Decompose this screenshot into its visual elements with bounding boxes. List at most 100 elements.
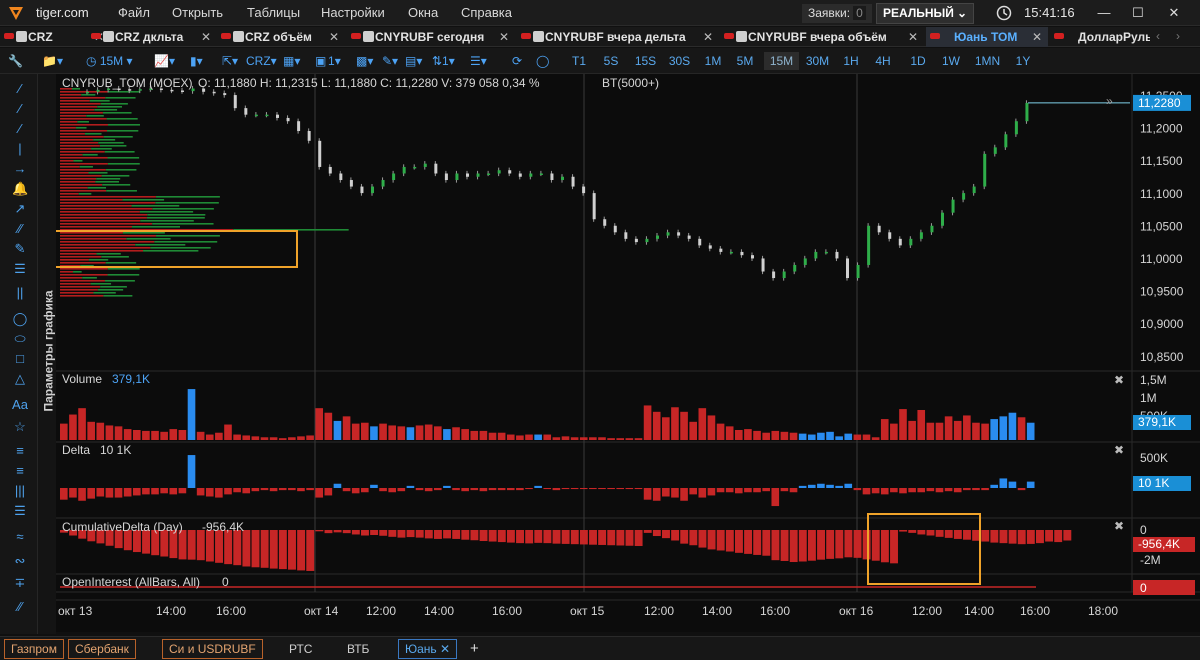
- arrow-tool-icon[interactable]: ↗: [12, 202, 28, 216]
- fan-icon[interactable]: |||: [12, 484, 28, 498]
- tabs-scroll-right-icon[interactable]: ›: [1176, 29, 1180, 43]
- timeframe-5S[interactable]: 5S: [598, 52, 624, 70]
- line-tool-icon[interactable]: ∕: [12, 82, 28, 96]
- account-mode-select[interactable]: РЕАЛЬНЫЙ ⌄: [876, 3, 974, 24]
- timeframe-T1[interactable]: T1: [566, 52, 592, 70]
- tabs-scroll-left-icon[interactable]: ‹: [1156, 29, 1160, 43]
- close-icon[interactable]: ✕: [440, 642, 450, 656]
- gann-icon[interactable]: ≡: [12, 464, 28, 478]
- cluster-icon[interactable]: ▩▾: [356, 52, 373, 70]
- timeframe-1M[interactable]: 1M: [700, 52, 726, 70]
- close-icon[interactable]: ✕: [201, 27, 211, 47]
- close-icon[interactable]: ✕: [1164, 3, 1184, 23]
- arrow-line-icon[interactable]: ∕: [12, 122, 28, 136]
- close-icon[interactable]: ✕: [499, 27, 509, 47]
- draw-icon[interactable]: ✎▾: [382, 52, 398, 70]
- pencil-icon[interactable]: ✎: [12, 242, 28, 256]
- menu-settings[interactable]: Настройки: [321, 5, 385, 20]
- volume-profile-bar: [96, 178, 121, 180]
- ellipse-icon[interactable]: ⬭: [12, 332, 28, 346]
- parallel-icon[interactable]: ||: [12, 286, 28, 300]
- timeframe-1W[interactable]: 1W: [938, 52, 964, 70]
- save-icon[interactable]: ▣: [315, 52, 326, 70]
- timeframe-15M[interactable]: 15M: [764, 52, 799, 70]
- ray-tool-icon[interactable]: ∕: [12, 102, 28, 116]
- wrench-icon[interactable]: 🔧: [8, 52, 23, 70]
- workspace-tab-gazprom[interactable]: Газпром: [4, 639, 64, 659]
- folder-icon[interactable]: 📁▾: [42, 52, 63, 70]
- tab-cnyrubf-yesterday-delta[interactable]: CNYRUBF вчера дельта ✕: [517, 27, 719, 47]
- menu-tables[interactable]: Таблицы: [247, 5, 300, 20]
- ruler-icon[interactable]: ☰: [12, 262, 28, 276]
- cursor-icon[interactable]: ⇱▾: [222, 52, 238, 70]
- triangle-icon[interactable]: △: [12, 372, 28, 386]
- tab-dollar-ruble[interactable]: ДолларРуль: [1050, 27, 1150, 47]
- pattern-icon[interactable]: ∓: [12, 576, 28, 590]
- app-brand: tiger.com: [36, 5, 89, 20]
- menu-file[interactable]: Файл: [118, 5, 150, 20]
- eraser-icon[interactable]: ∕∕: [12, 600, 28, 614]
- volume-bar: [488, 432, 497, 440]
- volume-bar: [370, 426, 378, 440]
- fib-icon[interactable]: ≡: [12, 444, 28, 458]
- workspace-tab-yuan[interactable]: Юань ✕: [398, 639, 458, 659]
- horizontal-ray-icon[interactable]: →: [12, 162, 28, 176]
- record-icon[interactable]: ◯: [536, 52, 549, 70]
- close-icon[interactable]: ✕: [703, 27, 713, 47]
- text-icon[interactable]: Aa: [12, 398, 28, 412]
- cumdelta-bar: [1026, 530, 1035, 544]
- add-tab-icon[interactable]: +: [470, 640, 479, 657]
- timeframe-1D[interactable]: 1D: [905, 52, 931, 70]
- delta-bar: [306, 488, 314, 491]
- template-icon[interactable]: CRZ▾: [246, 52, 277, 70]
- timeframe-1MN[interactable]: 1MN: [970, 52, 1005, 70]
- tab-yuan-tom[interactable]: Юань ТОМ ✕: [926, 27, 1048, 47]
- zigzag-icon[interactable]: ≈: [12, 530, 28, 544]
- channel-icon[interactable]: ∕∕: [12, 222, 28, 236]
- timeframe-1Y[interactable]: 1Y: [1010, 52, 1036, 70]
- timeframe-5M[interactable]: 5M: [732, 52, 758, 70]
- workspace-tab-si-usdrubf[interactable]: Си и USDRUBF: [162, 639, 263, 659]
- refresh-icon[interactable]: ⟳: [512, 52, 522, 70]
- circle-icon[interactable]: ◯: [12, 312, 28, 326]
- tab-cnyrubf-yesterday-volume[interactable]: CNYRUBF вчера объём ✕: [720, 27, 924, 47]
- indicator-icon[interactable]: ▮▾: [190, 52, 203, 70]
- timeframe-4H[interactable]: 4H: [870, 52, 896, 70]
- chart-type-icon[interactable]: 📈▾: [154, 52, 175, 70]
- layers-icon[interactable]: ☰▾: [470, 52, 487, 70]
- workspace-tab-vtb[interactable]: ВТБ: [340, 639, 376, 659]
- tab-crz-volume[interactable]: CRZ объём ✕: [217, 27, 345, 47]
- count-select[interactable]: 1▾: [328, 52, 341, 70]
- timeframe-15S[interactable]: 15S: [628, 52, 663, 70]
- vertical-line-icon[interactable]: |: [12, 142, 28, 156]
- close-icon[interactable]: ✕: [329, 27, 339, 47]
- profile-icon[interactable]: ▤▾: [405, 52, 422, 70]
- timeframe-30S[interactable]: 30S: [662, 52, 697, 70]
- delta-bar: [123, 488, 132, 497]
- tab-cnyrubf-today[interactable]: CNYRUBF сегодня ✕: [347, 27, 515, 47]
- interval-select[interactable]: ◷ 15M ▾: [86, 52, 133, 70]
- maximize-icon[interactable]: ☐: [1128, 3, 1148, 23]
- menu-help[interactable]: Справка: [461, 5, 512, 20]
- star-icon[interactable]: ☆: [12, 420, 28, 434]
- close-icon[interactable]: ✕: [1032, 27, 1042, 47]
- tab-crz-delta[interactable]: CRZ дкльта ✕: [87, 27, 217, 47]
- orders-indicator[interactable]: Заявки: 0: [802, 4, 872, 23]
- volume-bar: [516, 435, 524, 440]
- layout-icon[interactable]: ▦▾: [283, 52, 300, 70]
- menu-windows[interactable]: Окна: [408, 5, 438, 20]
- timeframe-1H[interactable]: 1H: [838, 52, 864, 70]
- minimize-icon[interactable]: —: [1094, 3, 1114, 23]
- price-chart[interactable]: » 11,250011,200011,150011,100011,050011,…: [56, 74, 1200, 632]
- workspace-tab-sberbank[interactable]: Сбербанк: [68, 639, 136, 659]
- sort-icon[interactable]: ⇅1▾: [432, 52, 455, 70]
- chart-params-panel[interactable]: Параметры графика: [38, 74, 56, 634]
- pitchfork-icon[interactable]: ☰: [12, 504, 28, 518]
- menu-open[interactable]: Открыть: [172, 5, 223, 20]
- rectangle-icon[interactable]: □: [12, 352, 28, 366]
- close-icon[interactable]: ✕: [908, 27, 918, 47]
- workspace-tab-rts[interactable]: РТС: [282, 639, 319, 659]
- bell-icon[interactable]: 🔔: [12, 182, 28, 196]
- timeframe-30M[interactable]: 30M: [800, 52, 835, 70]
- wave-icon[interactable]: ∾: [12, 554, 28, 568]
